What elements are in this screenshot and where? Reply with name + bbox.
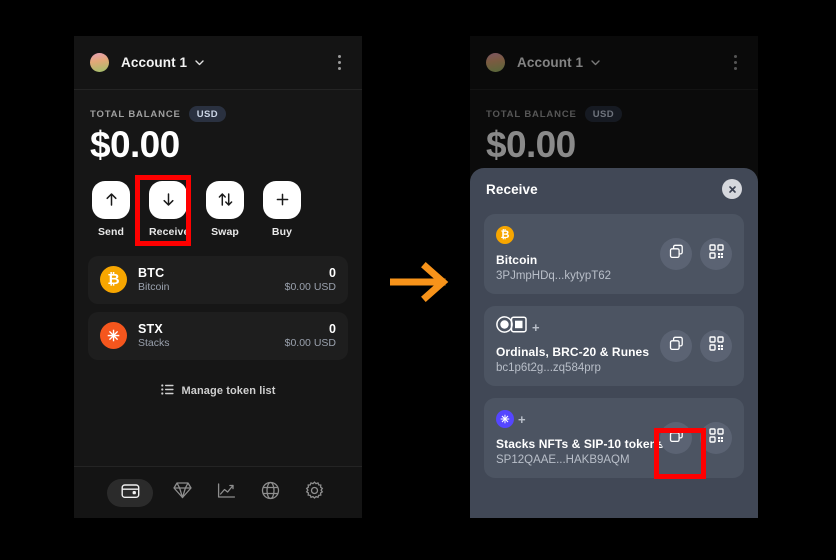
token-symbol: STX [138, 322, 163, 337]
wallet-panel-before: Account 1 TOTAL BALANCE USD $0.00 Send R… [74, 36, 362, 518]
card-actions [660, 330, 732, 362]
receive-option-address: bc1p6t2g...zq584prp [496, 362, 601, 374]
bottom-navigation [74, 466, 362, 518]
token-labels: STX Stacks [138, 322, 170, 349]
receive-option-address: SP12QAAE...HAKB9AQM [496, 454, 630, 466]
chart-line-icon [217, 482, 236, 504]
qr-code-icon [708, 336, 724, 356]
receive-modal-header: Receive [484, 168, 744, 210]
copy-icon [669, 428, 684, 448]
token-name: Stacks [138, 337, 170, 350]
stacks-icon: ✳ [100, 322, 127, 350]
stacks-icon: ✳ [496, 410, 514, 428]
receive-options-list: ₿ Bitcoin 3PJmpHDq...kytypT62 + Ordinals… [484, 214, 744, 478]
token-fiat-value: $0.00 USD [284, 337, 336, 350]
card-actions [660, 238, 732, 270]
chevron-down-icon[interactable] [194, 57, 205, 68]
page-title: Receive [486, 181, 538, 197]
account-avatar[interactable] [486, 53, 505, 72]
action-buttons: Send Receive Swap Buy [74, 165, 362, 238]
copy-address-button[interactable] [660, 238, 692, 270]
kebab-menu-icon[interactable] [332, 54, 346, 72]
token-amount: 0 [329, 266, 336, 281]
plus-icon [263, 180, 301, 219]
table-row[interactable]: ₿ BTC Bitcoin 0 $0.00 USD [88, 255, 348, 304]
receive-option-address: 3PJmpHDq...kytypT62 [496, 270, 612, 282]
bitcoin-icon: ₿ [496, 226, 514, 244]
manage-token-list-button[interactable]: Manage token list [74, 382, 362, 400]
kebab-menu-icon[interactable] [728, 54, 742, 72]
balance-amount: $0.00 [90, 124, 180, 165]
list-item[interactable]: ₿ Bitcoin 3PJmpHDq...kytypT62 [484, 214, 744, 294]
swap-arrows-icon [206, 180, 244, 219]
send-label: Send [97, 225, 125, 238]
copy-icon [669, 336, 684, 356]
currency-badge: USD [584, 106, 623, 122]
sidebar-item-settings[interactable] [299, 480, 329, 506]
screenshot-canvas: Account 1 TOTAL BALANCE USD $0.00 Send R… [0, 0, 836, 560]
token-amount: 0 [329, 322, 336, 337]
balance-block: TOTAL BALANCE USD $0.00 [470, 90, 758, 165]
total-balance-label: TOTAL BALANCE [486, 108, 577, 120]
balance-amount: $0.00 [486, 124, 576, 165]
qr-code-icon [708, 428, 724, 448]
wallet-header: Account 1 [470, 36, 758, 90]
token-labels: BTC Bitcoin [138, 266, 170, 293]
account-avatar[interactable] [90, 53, 109, 72]
list-icon [160, 382, 174, 400]
token-fiat-value: $0.00 USD [284, 281, 336, 294]
swap-button[interactable]: Swap [206, 180, 244, 238]
swap-label: Swap [211, 225, 239, 238]
wallet-panel-after: Account 1 TOTAL BALANCE USD $0.00 Receiv… [470, 36, 758, 518]
card-actions [660, 422, 732, 454]
token-values: 0 $0.00 USD [285, 266, 336, 293]
sidebar-item-activity[interactable] [211, 480, 241, 506]
show-qr-button[interactable] [700, 238, 732, 270]
token-name: Bitcoin [138, 281, 170, 294]
list-item[interactable]: ✳ + Stacks NFTs & SIP-10 tokens SP12QAAE… [484, 398, 744, 478]
buy-button[interactable]: Buy [263, 180, 301, 238]
flow-arrow-icon [388, 262, 458, 307]
plus-icon: + [518, 411, 526, 427]
manage-token-list-label: Manage token list [181, 384, 276, 397]
buy-label: Buy [271, 225, 293, 238]
total-balance-label: TOTAL BALANCE [90, 108, 181, 120]
sidebar-item-wallet[interactable] [107, 478, 153, 507]
copy-address-button[interactable] [660, 330, 692, 362]
bitcoin-icon: ₿ [100, 266, 127, 294]
close-icon[interactable] [722, 179, 742, 199]
send-button[interactable]: Send [92, 180, 130, 238]
receive-modal: Receive ₿ Bitcoin 3PJmpHDq...kytypT62 + … [470, 168, 758, 518]
account-name-label[interactable]: Account 1 [517, 55, 583, 70]
token-values: 0 $0.00 USD [285, 322, 336, 349]
copy-address-button[interactable] [660, 422, 692, 454]
currency-badge[interactable]: USD [188, 106, 227, 122]
balance-label-row: TOTAL BALANCE USD [90, 106, 346, 122]
receive-button[interactable]: Receive [149, 180, 190, 238]
plus-icon: + [532, 319, 540, 335]
token-list: ₿ BTC Bitcoin 0 $0.00 USD ✳ STX Stacks 0 [74, 238, 362, 360]
wallet-icon [121, 482, 140, 504]
account-name-label[interactable]: Account 1 [121, 55, 187, 70]
sidebar-item-nfts[interactable] [167, 480, 197, 506]
show-qr-button[interactable] [700, 330, 732, 362]
wallet-header: Account 1 [74, 36, 362, 90]
gear-icon [305, 480, 324, 505]
token-symbol: BTC [138, 266, 165, 281]
qr-code-icon [708, 244, 724, 264]
arrow-down-icon [149, 180, 187, 219]
balance-label-row: TOTAL BALANCE USD [486, 106, 742, 122]
arrow-up-icon [92, 180, 130, 219]
list-item[interactable]: + Ordinals, BRC-20 & Runes bc1p6t2g...zq… [484, 306, 744, 386]
diamond-icon [172, 481, 192, 504]
globe-icon [261, 481, 280, 505]
show-qr-button[interactable] [700, 422, 732, 454]
sidebar-item-explore[interactable] [255, 480, 285, 506]
balance-block: TOTAL BALANCE USD $0.00 [74, 90, 362, 165]
table-row[interactable]: ✳ STX Stacks 0 $0.00 USD [88, 311, 348, 360]
ordinals-icon [496, 316, 528, 338]
copy-icon [669, 244, 684, 264]
receive-label: Receive [149, 225, 190, 238]
chevron-down-icon[interactable] [590, 57, 601, 68]
